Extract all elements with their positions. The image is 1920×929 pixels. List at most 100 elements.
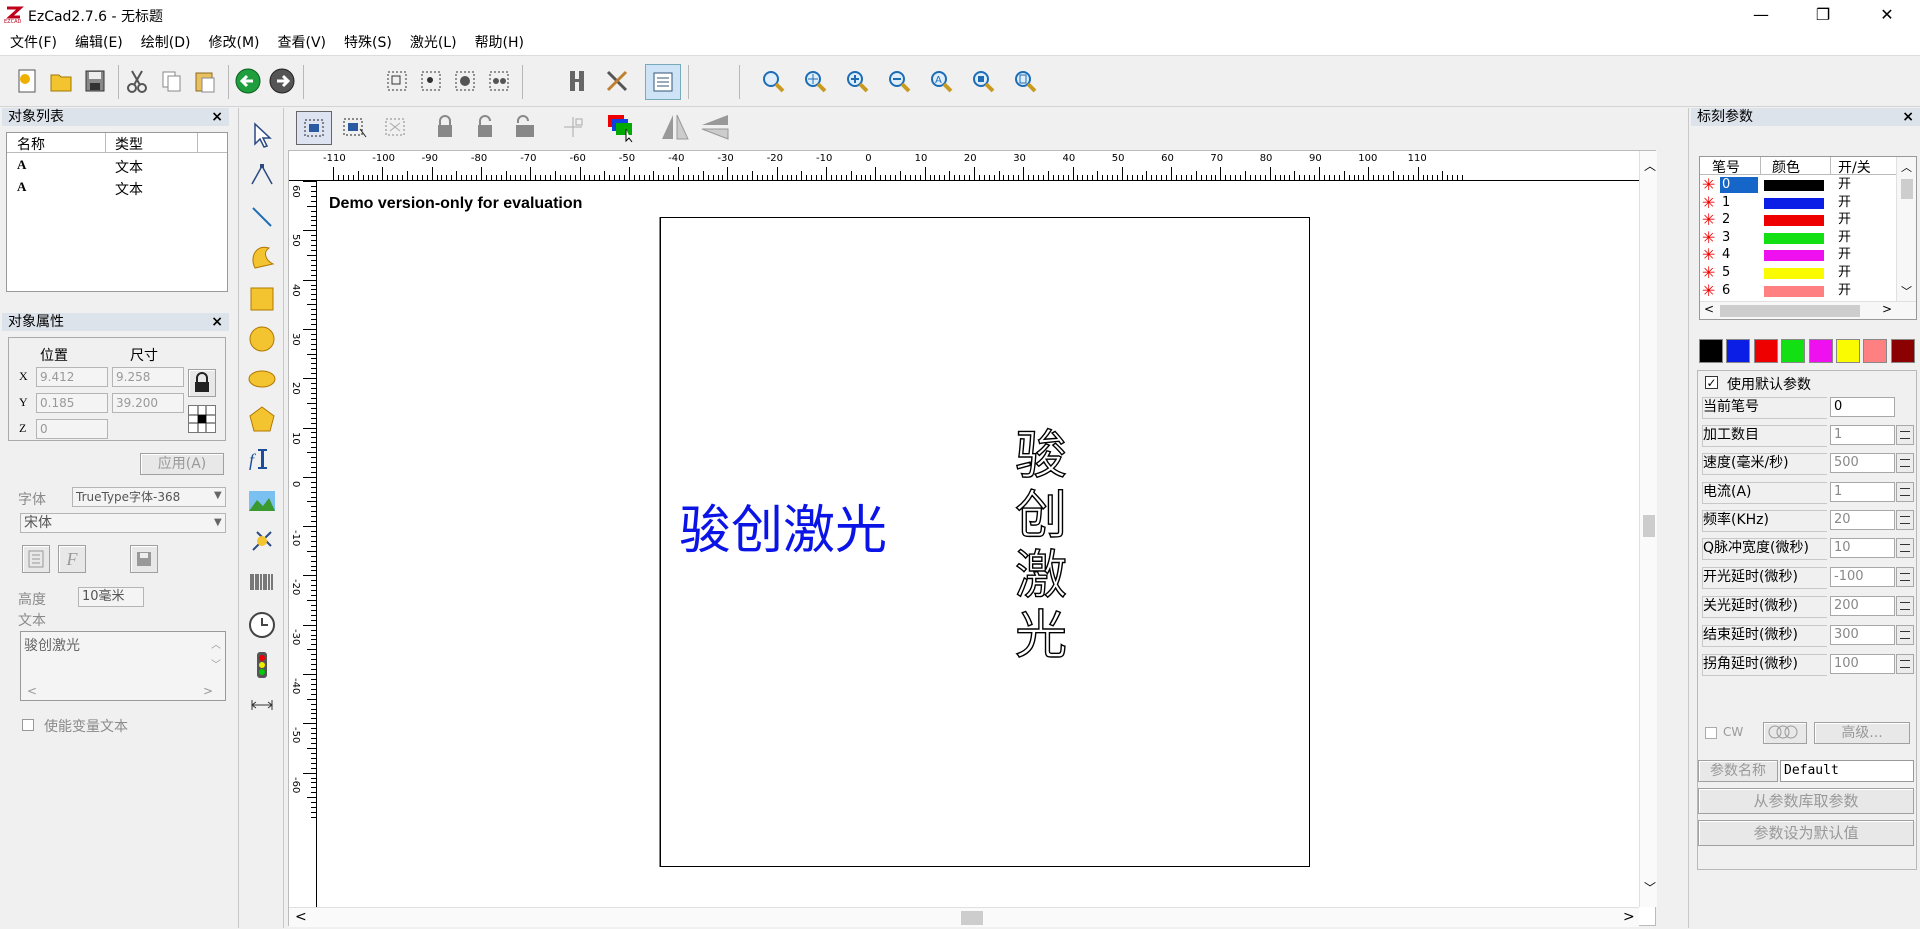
chevron-right-icon[interactable]: > (203, 684, 213, 698)
menu-view[interactable]: 查看(V) (269, 30, 336, 56)
undo-icon[interactable] (231, 64, 265, 98)
param-spinner[interactable] (1896, 453, 1914, 473)
param-spinner[interactable] (1896, 538, 1914, 558)
lock-object-icon[interactable] (428, 111, 464, 145)
palette-swatch[interactable] (1699, 339, 1723, 363)
text-tool-icon[interactable]: f (247, 444, 277, 474)
menu-edit[interactable]: 编辑(E) (66, 30, 132, 56)
pen-color-swatch[interactable] (1764, 285, 1824, 297)
unlock-all-icon[interactable] (508, 111, 544, 145)
pen-row[interactable]: ✳ 2 开 (1700, 210, 1896, 229)
menu-special[interactable]: 特殊(S) (335, 30, 401, 56)
object-props-close-icon[interactable]: × (211, 313, 223, 331)
wobble-icon[interactable] (1763, 722, 1807, 744)
group-icon[interactable] (380, 64, 414, 98)
palette-swatch[interactable] (1753, 339, 1778, 363)
param-value-field[interactable]: 500 (1830, 453, 1895, 473)
set-default-button[interactable]: 参数设为默认值 (1698, 820, 1914, 846)
col-type-header[interactable]: 类型 (115, 134, 143, 154)
select-connected-icon[interactable] (338, 111, 374, 145)
vertical-text-object[interactable]: 骏 创 激 光 (1014, 425, 1075, 666)
properties-toggle-icon[interactable] (645, 64, 681, 100)
pen-hscroll-thumb[interactable] (1720, 305, 1860, 317)
param-spinner[interactable] (1896, 625, 1914, 645)
menu-modify[interactable]: 修改(M) (199, 30, 268, 56)
param-name-field[interactable]: Default (1780, 760, 1914, 782)
close-button[interactable]: ✕ (1864, 0, 1910, 30)
color-layers-icon[interactable] (604, 111, 640, 145)
enable-var-text-checkbox[interactable] (22, 719, 34, 731)
text-content-area[interactable]: 骏创激光 ︿ ﹀ < > (20, 631, 226, 701)
param-value-field[interactable]: 300 (1830, 625, 1895, 645)
chevron-left-icon[interactable]: < (27, 684, 37, 698)
menu-file[interactable]: 文件(F) (1, 30, 66, 56)
font-italic-icon[interactable]: F (58, 545, 86, 573)
table-row[interactable]: A 文本 (7, 177, 227, 199)
ellipse-tool-icon[interactable] (247, 364, 277, 394)
param-value-field[interactable]: 100 (1830, 654, 1895, 674)
horizontal-scrollbar[interactable]: < > (289, 907, 1639, 927)
pen-state[interactable]: 开 (1838, 212, 1851, 228)
param-value-field[interactable]: 20 (1830, 510, 1895, 530)
load-from-library-button[interactable]: 从参数库取参数 (1698, 788, 1914, 814)
y-position-field[interactable]: 0.185 (36, 393, 108, 413)
param-spinner[interactable] (1896, 482, 1914, 502)
palette-swatch[interactable] (1836, 339, 1860, 363)
pen-row[interactable]: ✳ 3 开 (1700, 228, 1896, 247)
param-spinner[interactable] (1896, 654, 1914, 674)
horizontal-scroll-thumb[interactable] (961, 911, 983, 925)
select-all-icon[interactable] (378, 111, 414, 145)
mark-params-close-icon[interactable]: × (1902, 108, 1914, 126)
scroll-right-icon[interactable]: > (1623, 909, 1635, 925)
object-list-close-icon[interactable]: × (211, 108, 223, 126)
tools-icon[interactable] (600, 64, 634, 98)
group-ext-icon[interactable] (448, 64, 482, 98)
param-spinner[interactable] (1896, 596, 1914, 616)
pen-color-swatch[interactable] (1764, 197, 1824, 209)
scroll-up-icon[interactable]: ︿ (1644, 157, 1656, 174)
pen-state[interactable]: 开 (1838, 177, 1851, 193)
cw-checkbox[interactable] (1705, 727, 1717, 739)
zoom-out-icon[interactable] (882, 64, 916, 98)
scroll-left-icon[interactable]: < (295, 909, 307, 925)
menu-laser[interactable]: 激光(L) (401, 30, 466, 56)
pen-color-swatch[interactable] (1764, 268, 1824, 279)
pen-state[interactable]: 开 (1838, 265, 1851, 281)
pen-table-vscroll[interactable]: ︿ ﹀ (1896, 157, 1916, 301)
menu-help[interactable]: 帮助(H) (466, 30, 533, 56)
param-value-field[interactable]: 200 (1830, 596, 1895, 616)
extended-axis-icon[interactable] (247, 690, 277, 720)
chevron-right-icon[interactable]: > (1882, 302, 1892, 316)
width-field[interactable]: 9.258 (112, 367, 184, 387)
line-tool-icon[interactable] (247, 202, 277, 232)
zoom-icon[interactable] (756, 64, 790, 98)
open-file-icon[interactable] (44, 64, 78, 98)
pen-state[interactable]: 开 (1838, 195, 1851, 211)
paste-icon[interactable] (188, 64, 222, 98)
param-spinner[interactable] (1896, 567, 1914, 587)
bitmap-tool-icon[interactable] (247, 486, 277, 516)
col-color-header[interactable]: 颜色 (1772, 157, 1800, 177)
redo-icon[interactable] (265, 64, 299, 98)
polygon-tool-icon[interactable] (247, 404, 277, 434)
pen-row[interactable]: ✳ 0 开 (1700, 175, 1896, 194)
font-name-select[interactable]: 宋体 (20, 513, 226, 533)
zoom-selected-icon[interactable] (966, 64, 1000, 98)
chevron-up-icon[interactable]: ︿ (211, 636, 221, 651)
pen-color-swatch[interactable] (1764, 232, 1824, 244)
ungroup-icon[interactable] (414, 64, 448, 98)
new-file-icon[interactable] (10, 64, 44, 98)
param-spinner[interactable] (1896, 425, 1914, 445)
pen-color-swatch[interactable] (1764, 180, 1824, 191)
palette-swatch[interactable] (1808, 339, 1833, 363)
font-type-select[interactable]: TrueType字体-368 (72, 487, 226, 507)
table-row[interactable]: A 文本 (7, 155, 227, 177)
barcode-tool-icon[interactable] (247, 568, 277, 598)
pen-row[interactable]: ✳ 5 开 (1700, 263, 1896, 282)
copy-icon[interactable] (154, 64, 188, 98)
mirror-vertical-icon[interactable] (698, 111, 734, 145)
anchor-grid-icon[interactable] (188, 405, 216, 433)
param-value-field[interactable]: 1 (1830, 425, 1895, 445)
col-pen-header[interactable]: 笔号 (1712, 157, 1740, 177)
hatch-icon[interactable] (560, 64, 594, 98)
